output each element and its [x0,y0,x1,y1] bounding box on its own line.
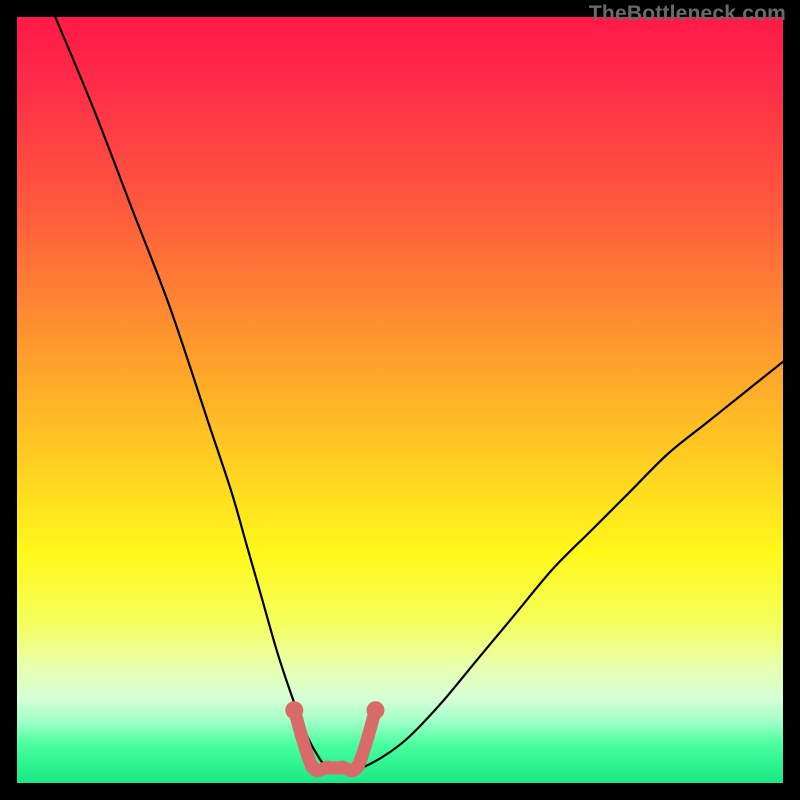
highlight-endpoint-1 [366,701,384,719]
highlight-endpoint-0 [285,701,303,719]
chart-frame: TheBottleneck.com [0,0,800,800]
bottleneck-curve [55,17,783,769]
highlight-dot-1 [320,761,334,775]
chart-svg [17,17,783,783]
plot-area [17,17,783,783]
highlight-dot-0 [305,759,319,773]
highlight-dot-2 [336,761,350,775]
watermark-text: TheBottleneck.com [589,2,786,26]
highlight-dot-3 [351,759,365,773]
highlight-path [294,710,375,771]
